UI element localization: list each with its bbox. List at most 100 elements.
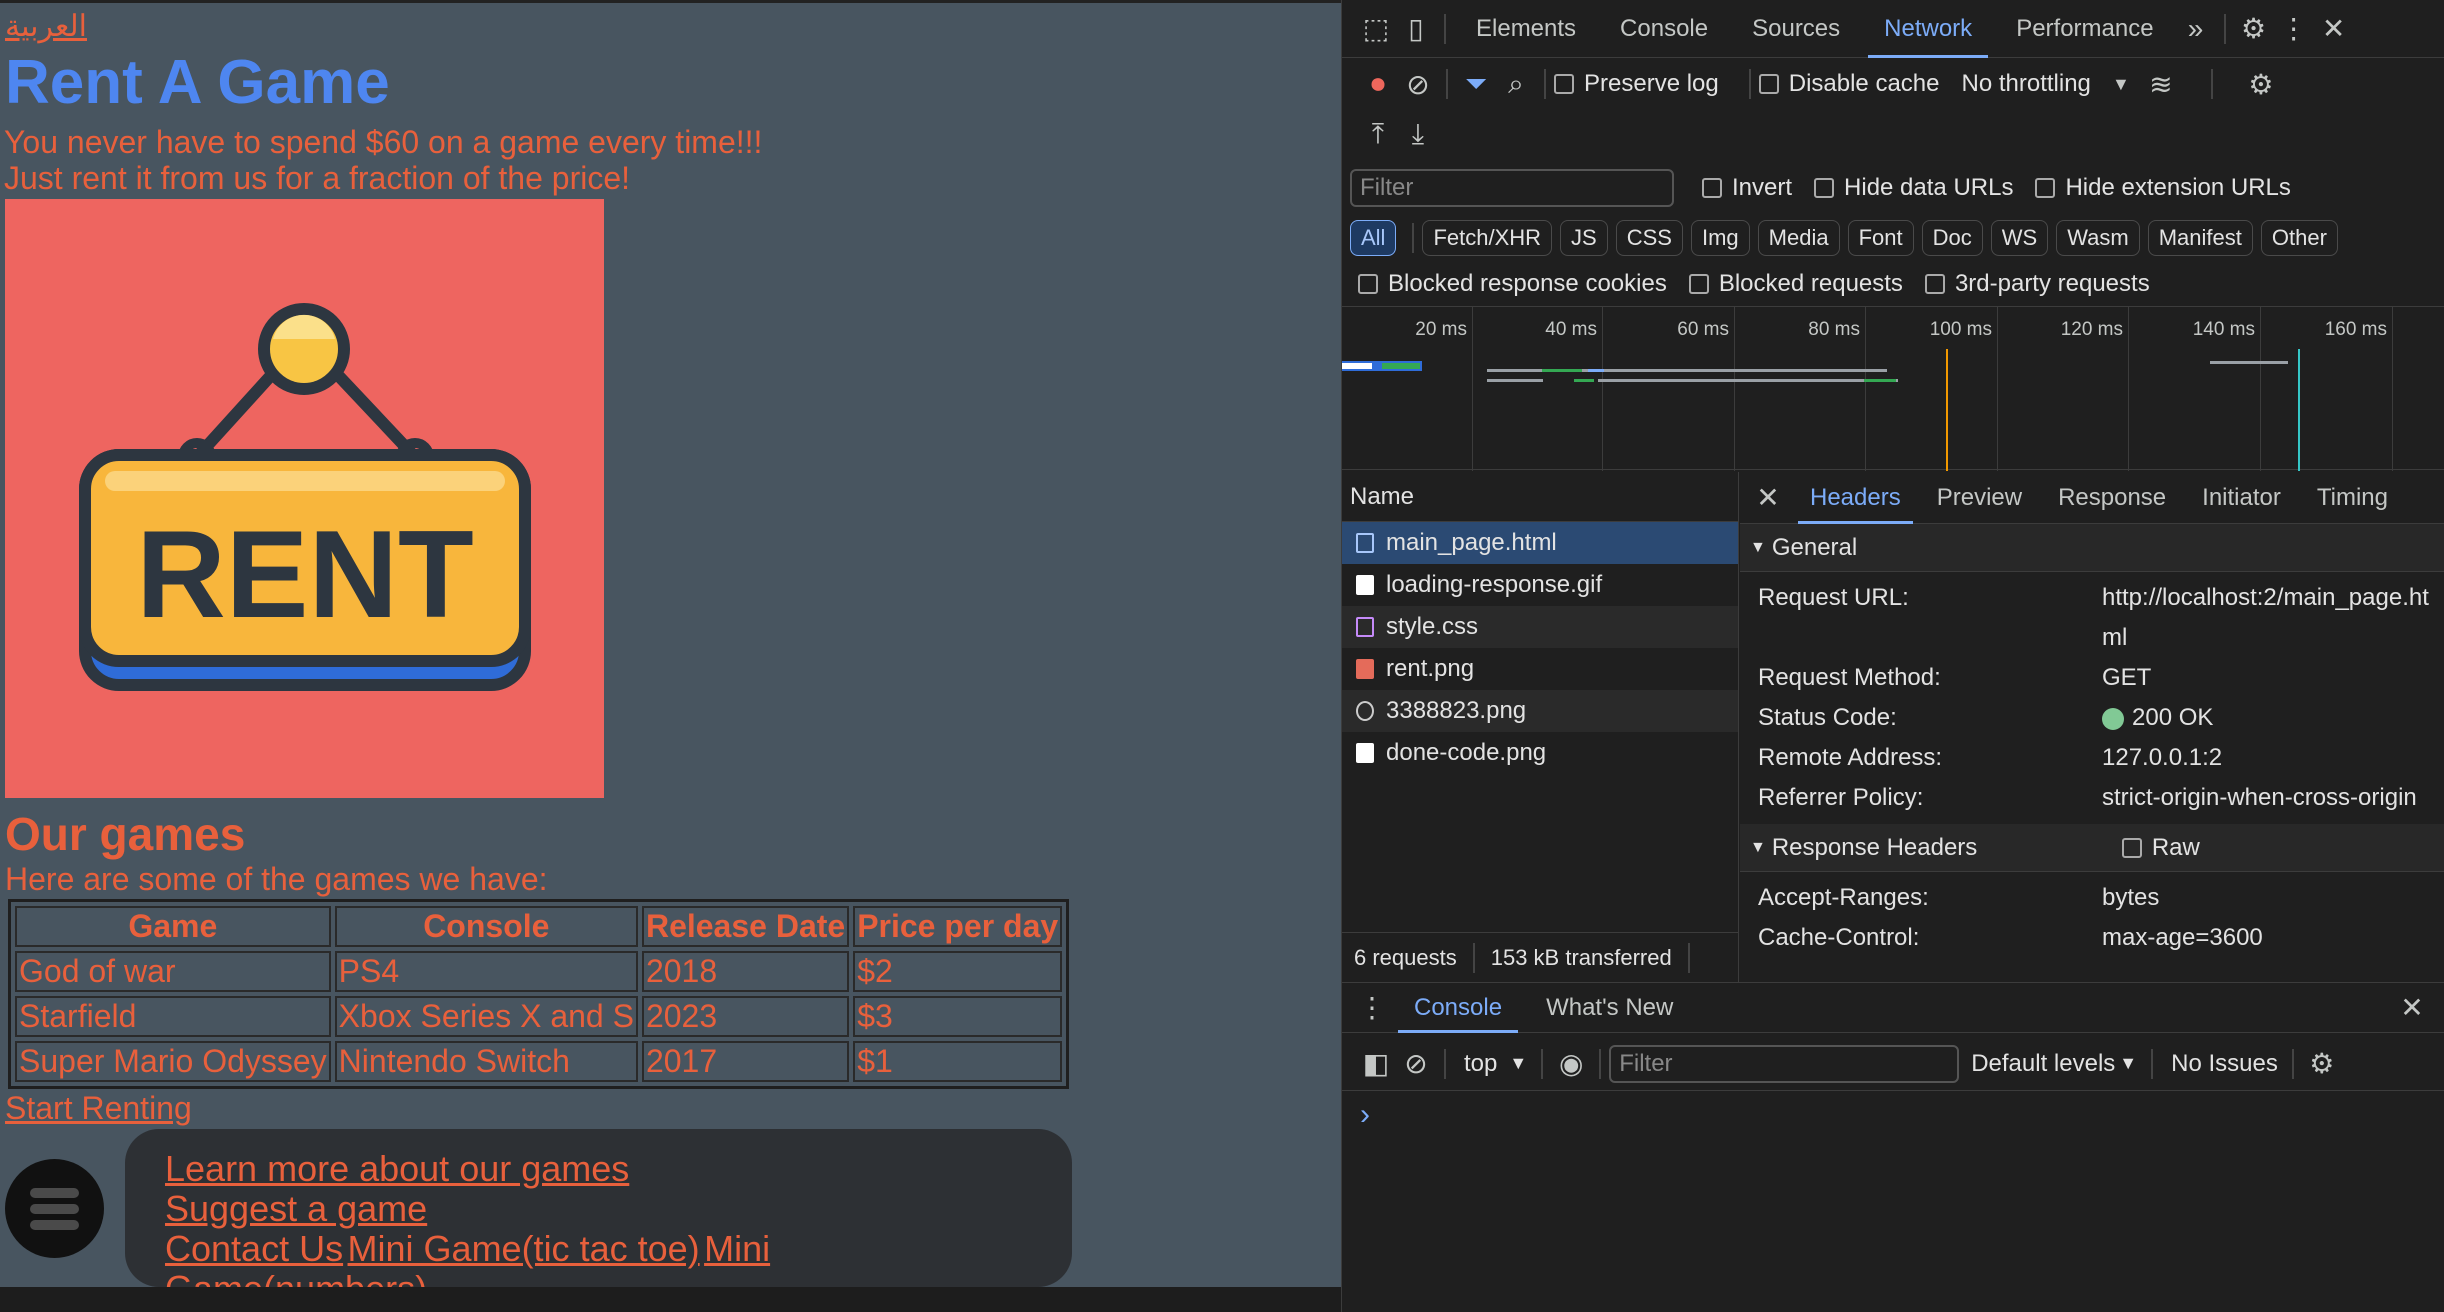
- page-title: Rent A Game: [5, 48, 390, 117]
- request-row[interactable]: main_page.html: [1342, 522, 1738, 564]
- type-filter-all[interactable]: All: [1350, 220, 1397, 256]
- suggest-game-link[interactable]: Suggest a game: [165, 1188, 427, 1229]
- request-count: 6 requests: [1354, 944, 1457, 970]
- type-filter-media[interactable]: Media: [1757, 220, 1840, 256]
- type-filter-ws[interactable]: WS: [1990, 220, 2049, 256]
- third-party-checkbox[interactable]: 3rd-party requests: [1924, 270, 2150, 298]
- request-row[interactable]: rent.png: [1342, 648, 1738, 690]
- request-row[interactable]: loading-response.gif: [1342, 564, 1738, 606]
- request-row[interactable]: 3388823.png: [1342, 690, 1738, 732]
- menu-bar-icon: [30, 1220, 79, 1230]
- type-filter-manifest[interactable]: Manifest: [2147, 220, 2253, 256]
- device-toolbar-icon[interactable]: ▯: [1396, 9, 1436, 49]
- network-conditions-icon[interactable]: ≋: [2141, 64, 2181, 104]
- chevron-down-icon[interactable]: ▼: [2119, 1053, 2137, 1074]
- tab-performance[interactable]: Performance: [1994, 0, 2175, 58]
- clear-console-icon[interactable]: ⊘: [1396, 1044, 1436, 1084]
- general-section-toggle[interactable]: ▼ General: [1740, 524, 2444, 572]
- tab-console[interactable]: Console: [1598, 0, 1730, 58]
- column-header-price: Price per day: [853, 906, 1063, 947]
- tab-sources[interactable]: Sources: [1730, 0, 1862, 58]
- kebab-menu-icon[interactable]: ⋮: [2274, 9, 2314, 49]
- network-timeline-overview[interactable]: 20 ms 40 ms 60 ms 80 ms 100 ms 120 ms 14…: [1342, 306, 2444, 471]
- tic-tac-toe-link[interactable]: Mini Game(tic tac toe): [348, 1228, 700, 1269]
- tab-elements[interactable]: Elements: [1454, 0, 1598, 58]
- drawer-tab-whats-new[interactable]: What's New: [1524, 983, 1695, 1033]
- chevron-down-icon[interactable]: ▼: [1509, 1053, 1527, 1074]
- tab-headers[interactable]: Headers: [1792, 472, 1919, 524]
- request-row[interactable]: style.css: [1342, 606, 1738, 648]
- language-link[interactable]: العربية: [5, 9, 87, 44]
- more-tabs-icon[interactable]: »: [2176, 9, 2216, 49]
- type-filter-img[interactable]: Img: [1690, 220, 1750, 256]
- console-settings-icon[interactable]: ⚙: [2302, 1044, 2342, 1084]
- close-drawer-icon[interactable]: ✕: [2392, 988, 2432, 1028]
- games-heading: Our games: [5, 808, 246, 860]
- settings-gear-icon[interactable]: ⚙: [2234, 9, 2274, 49]
- close-details-icon[interactable]: ✕: [1748, 478, 1788, 518]
- games-intro: Here are some of the games we have:: [5, 861, 548, 897]
- context-selector[interactable]: top: [1464, 1050, 1497, 1078]
- network-settings-icon[interactable]: ⚙: [2241, 64, 2281, 104]
- clear-icon[interactable]: ⊘: [1398, 64, 1438, 104]
- table-header-row: Game Console Release Date Price per day: [15, 906, 1063, 947]
- issues-counter[interactable]: No Issues: [2171, 1050, 2278, 1078]
- preserve-log-checkbox[interactable]: Preserve log: [1554, 70, 1719, 98]
- invert-checkbox[interactable]: Invert: [1702, 174, 1792, 202]
- response-headers-section-toggle[interactable]: ▼ Response Headers Raw: [1740, 824, 2444, 872]
- type-filter-doc[interactable]: Doc: [1921, 220, 1983, 256]
- console-filter-input[interactable]: Filter: [1609, 1044, 1960, 1083]
- tab-network[interactable]: Network: [1862, 0, 1994, 58]
- drawer-tab-console[interactable]: Console: [1392, 983, 1524, 1033]
- learn-more-link[interactable]: Learn more about our games: [165, 1148, 629, 1189]
- header-row: Cache-Control: max-age=3600: [1758, 924, 2263, 951]
- live-expression-eye-icon[interactable]: ◉: [1551, 1044, 1591, 1084]
- tagline-1: You never have to spend $60 on a game ev…: [4, 124, 763, 160]
- throttling-select[interactable]: No throttling: [1961, 70, 2090, 98]
- hide-extension-urls-checkbox[interactable]: Hide extension URLs: [2035, 174, 2291, 202]
- type-filter-fetch-xhr[interactable]: Fetch/XHR: [1422, 220, 1553, 256]
- cell-release-date: 2023: [641, 996, 850, 1037]
- table-row: God of war PS4 2018 $2: [15, 951, 1063, 992]
- import-har-icon[interactable]: ⤒: [1358, 114, 1398, 154]
- chevron-down-icon[interactable]: ▼: [2101, 64, 2141, 104]
- start-renting-link[interactable]: Start Renting: [5, 1090, 192, 1127]
- name-column-header[interactable]: Name: [1342, 472, 1738, 522]
- hamburger-menu-button[interactable]: [5, 1159, 104, 1258]
- table-row: Starfield Xbox Series X and S 2023 $3: [15, 996, 1063, 1037]
- sidebar-toggle-icon[interactable]: ◧: [1356, 1044, 1396, 1084]
- tab-response[interactable]: Response: [2040, 472, 2184, 524]
- tab-initiator[interactable]: Initiator: [2184, 472, 2299, 524]
- contact-us-link[interactable]: Contact Us: [165, 1228, 343, 1269]
- export-har-icon[interactable]: ⤓: [1398, 114, 1438, 154]
- drawer-menu-icon[interactable]: ⋮: [1352, 988, 1392, 1028]
- blocked-requests-checkbox[interactable]: Blocked requests: [1688, 270, 1903, 298]
- network-summary-bar: 6 requests 153 kB transferred: [1342, 932, 1739, 982]
- close-devtools-icon[interactable]: ✕: [2314, 9, 2354, 49]
- header-row: Referrer Policy: strict-origin-when-cross…: [1758, 784, 2417, 811]
- type-filter-wasm[interactable]: Wasm: [2056, 220, 2140, 256]
- filter-icon[interactable]: ⏷: [1456, 64, 1496, 104]
- tab-preview[interactable]: Preview: [1919, 472, 2040, 524]
- blocked-cookies-checkbox[interactable]: Blocked response cookies: [1358, 270, 1667, 298]
- cell-game: Super Mario Odyssey: [15, 1041, 331, 1082]
- record-stop-icon[interactable]: ⏺: [1358, 64, 1398, 104]
- raw-checkbox[interactable]: Raw: [2121, 834, 2200, 862]
- type-filter-other[interactable]: Other: [2260, 220, 2338, 256]
- games-table: Game Console Release Date Price per day …: [8, 899, 1070, 1089]
- disable-cache-checkbox[interactable]: Disable cache: [1758, 70, 1939, 98]
- console-prompt[interactable]: ›: [1360, 1098, 1370, 1132]
- header-row: Remote Address: 127.0.0.1:2: [1758, 744, 2223, 771]
- type-filter-css[interactable]: CSS: [1615, 220, 1683, 256]
- type-filter-js[interactable]: JS: [1560, 220, 1608, 256]
- search-icon[interactable]: ⌕: [1496, 64, 1536, 104]
- network-filter-input[interactable]: Filter: [1350, 169, 1674, 207]
- inspect-element-icon[interactable]: ⬚: [1356, 9, 1396, 49]
- hide-data-urls-checkbox[interactable]: Hide data URLs: [1814, 174, 2013, 202]
- image-icon: [1356, 743, 1374, 763]
- type-filter-font[interactable]: Font: [1847, 220, 1914, 256]
- column-header-console: Console: [334, 906, 638, 947]
- tab-timing[interactable]: Timing: [2299, 472, 2406, 524]
- request-row[interactable]: done-code.png: [1342, 732, 1738, 774]
- log-levels-dropdown[interactable]: Default levels: [1971, 1050, 2115, 1078]
